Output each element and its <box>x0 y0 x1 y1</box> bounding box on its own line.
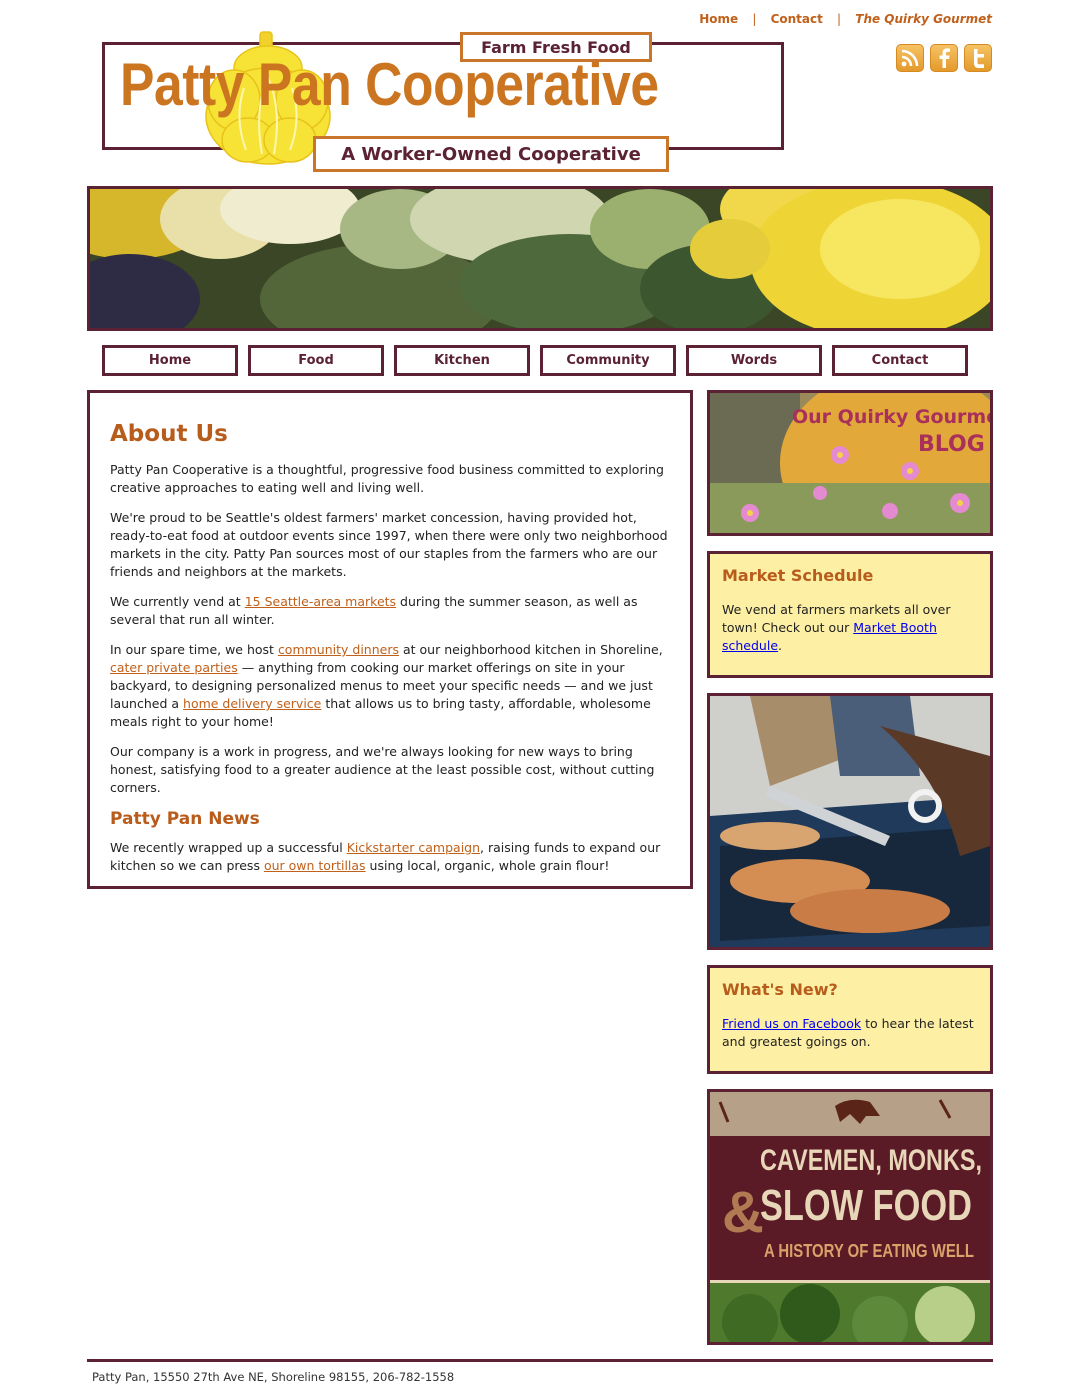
book-ampersand: & <box>722 1180 764 1245</box>
paragraph-mission: Our company is a work in progress, and w… <box>110 744 655 795</box>
logo-tagline-bottom: A Worker-Owned Cooperative <box>313 136 669 172</box>
tortilla-grill-photo <box>707 693 993 950</box>
community-dinners-link[interactable]: community dinners <box>278 642 399 657</box>
site-logo[interactable]: Patty Pan Cooperative Farm Fresh Food A … <box>100 28 790 176</box>
market-schedule-heading: Market Schedule <box>722 566 874 585</box>
top-link-quirky-gourmet[interactable]: The Quirky Gourmet <box>855 12 992 26</box>
main-content: About Us Patty Pan Cooperative is a thou… <box>87 390 693 889</box>
logo-tagline-top: Farm Fresh Food <box>460 32 652 62</box>
news-heading: Patty Pan News <box>110 809 260 829</box>
paragraph-history: We're proud to be Seattle's oldest farme… <box>110 510 668 579</box>
nav-community[interactable]: Community <box>540 345 676 376</box>
rss-icon[interactable] <box>896 44 924 72</box>
whats-new-text: Friend us on Facebook to hear the latest… <box>722 1015 978 1051</box>
facebook-friend-link[interactable]: Friend us on Facebook <box>722 1016 861 1031</box>
book-title-line2: SLOW FOOD <box>760 1181 972 1230</box>
cater-parties-link[interactable]: cater private parties <box>110 660 238 675</box>
text: We currently vend at <box>110 594 245 609</box>
nav-kitchen[interactable]: Kitchen <box>394 345 530 376</box>
book-subtitle: A HISTORY OF EATING WELL <box>764 1241 974 1261</box>
market-schedule-box: Market Schedule We vend at farmers marke… <box>707 551 993 678</box>
whats-new-box: What's New? Friend us on Facebook to hea… <box>707 965 993 1074</box>
tortillas-link[interactable]: our own tortillas <box>264 858 366 873</box>
top-link-contact[interactable]: Contact <box>771 12 823 26</box>
top-link-separator: | <box>837 12 842 26</box>
home-delivery-link[interactable]: home delivery service <box>183 696 321 711</box>
market-schedule-text: We vend at farmers markets all over town… <box>722 601 978 655</box>
quirky-gourmet-blog-banner[interactable]: Our Quirky Gourmet BLOG <box>707 390 993 536</box>
top-links: Home | Contact | The Quirky Gourmet <box>699 12 992 26</box>
paragraph-services: In our spare time, we host community din… <box>110 641 670 731</box>
book-title-line1: CAVEMEN, MONKS, <box>760 1144 982 1177</box>
kickstarter-link[interactable]: Kickstarter campaign <box>347 840 480 855</box>
social-icons <box>896 44 992 72</box>
banner-squash-image <box>87 186 993 331</box>
paragraph-news: We recently wrapped up a successful Kick… <box>110 839 670 875</box>
markets-link[interactable]: 15 Seattle-area markets <box>245 594 396 609</box>
page-title: About Us <box>110 421 228 447</box>
blog-title-line2: BLOG <box>918 432 985 457</box>
footer-address: Patty Pan, 15550 27th Ave NE, Shoreline … <box>92 1370 455 1384</box>
text: We recently wrapped up a successful <box>110 840 347 855</box>
footer-divider <box>87 1359 993 1362</box>
text: . <box>778 638 783 653</box>
paragraph-intro: Patty Pan Cooperative is a thoughtful, p… <box>110 462 664 495</box>
whats-new-heading: What's New? <box>722 980 838 999</box>
twitter-icon[interactable] <box>964 44 992 72</box>
text: using local, organic, whole grain flour! <box>365 858 610 873</box>
blog-title-line1: Our Quirky Gourmet <box>792 406 990 428</box>
text: In our spare time, we host <box>110 642 278 657</box>
top-link-home[interactable]: Home <box>699 12 738 26</box>
top-link-separator: | <box>752 12 757 26</box>
nav-food[interactable]: Food <box>248 345 384 376</box>
book-cover-cavemen-monks[interactable]: CAVEMEN, MONKS, & SLOW FOOD A HISTORY OF… <box>707 1089 993 1345</box>
paragraph-markets: We currently vend at 15 Seattle-area mar… <box>110 593 670 629</box>
text: at our neighborhood kitchen in Shoreline… <box>399 642 663 657</box>
nav-contact[interactable]: Contact <box>832 345 968 376</box>
main-nav: Home Food Kitchen Community Words Contac… <box>102 345 968 376</box>
nav-words[interactable]: Words <box>686 345 822 376</box>
facebook-icon[interactable] <box>930 44 958 72</box>
nav-home[interactable]: Home <box>102 345 238 376</box>
